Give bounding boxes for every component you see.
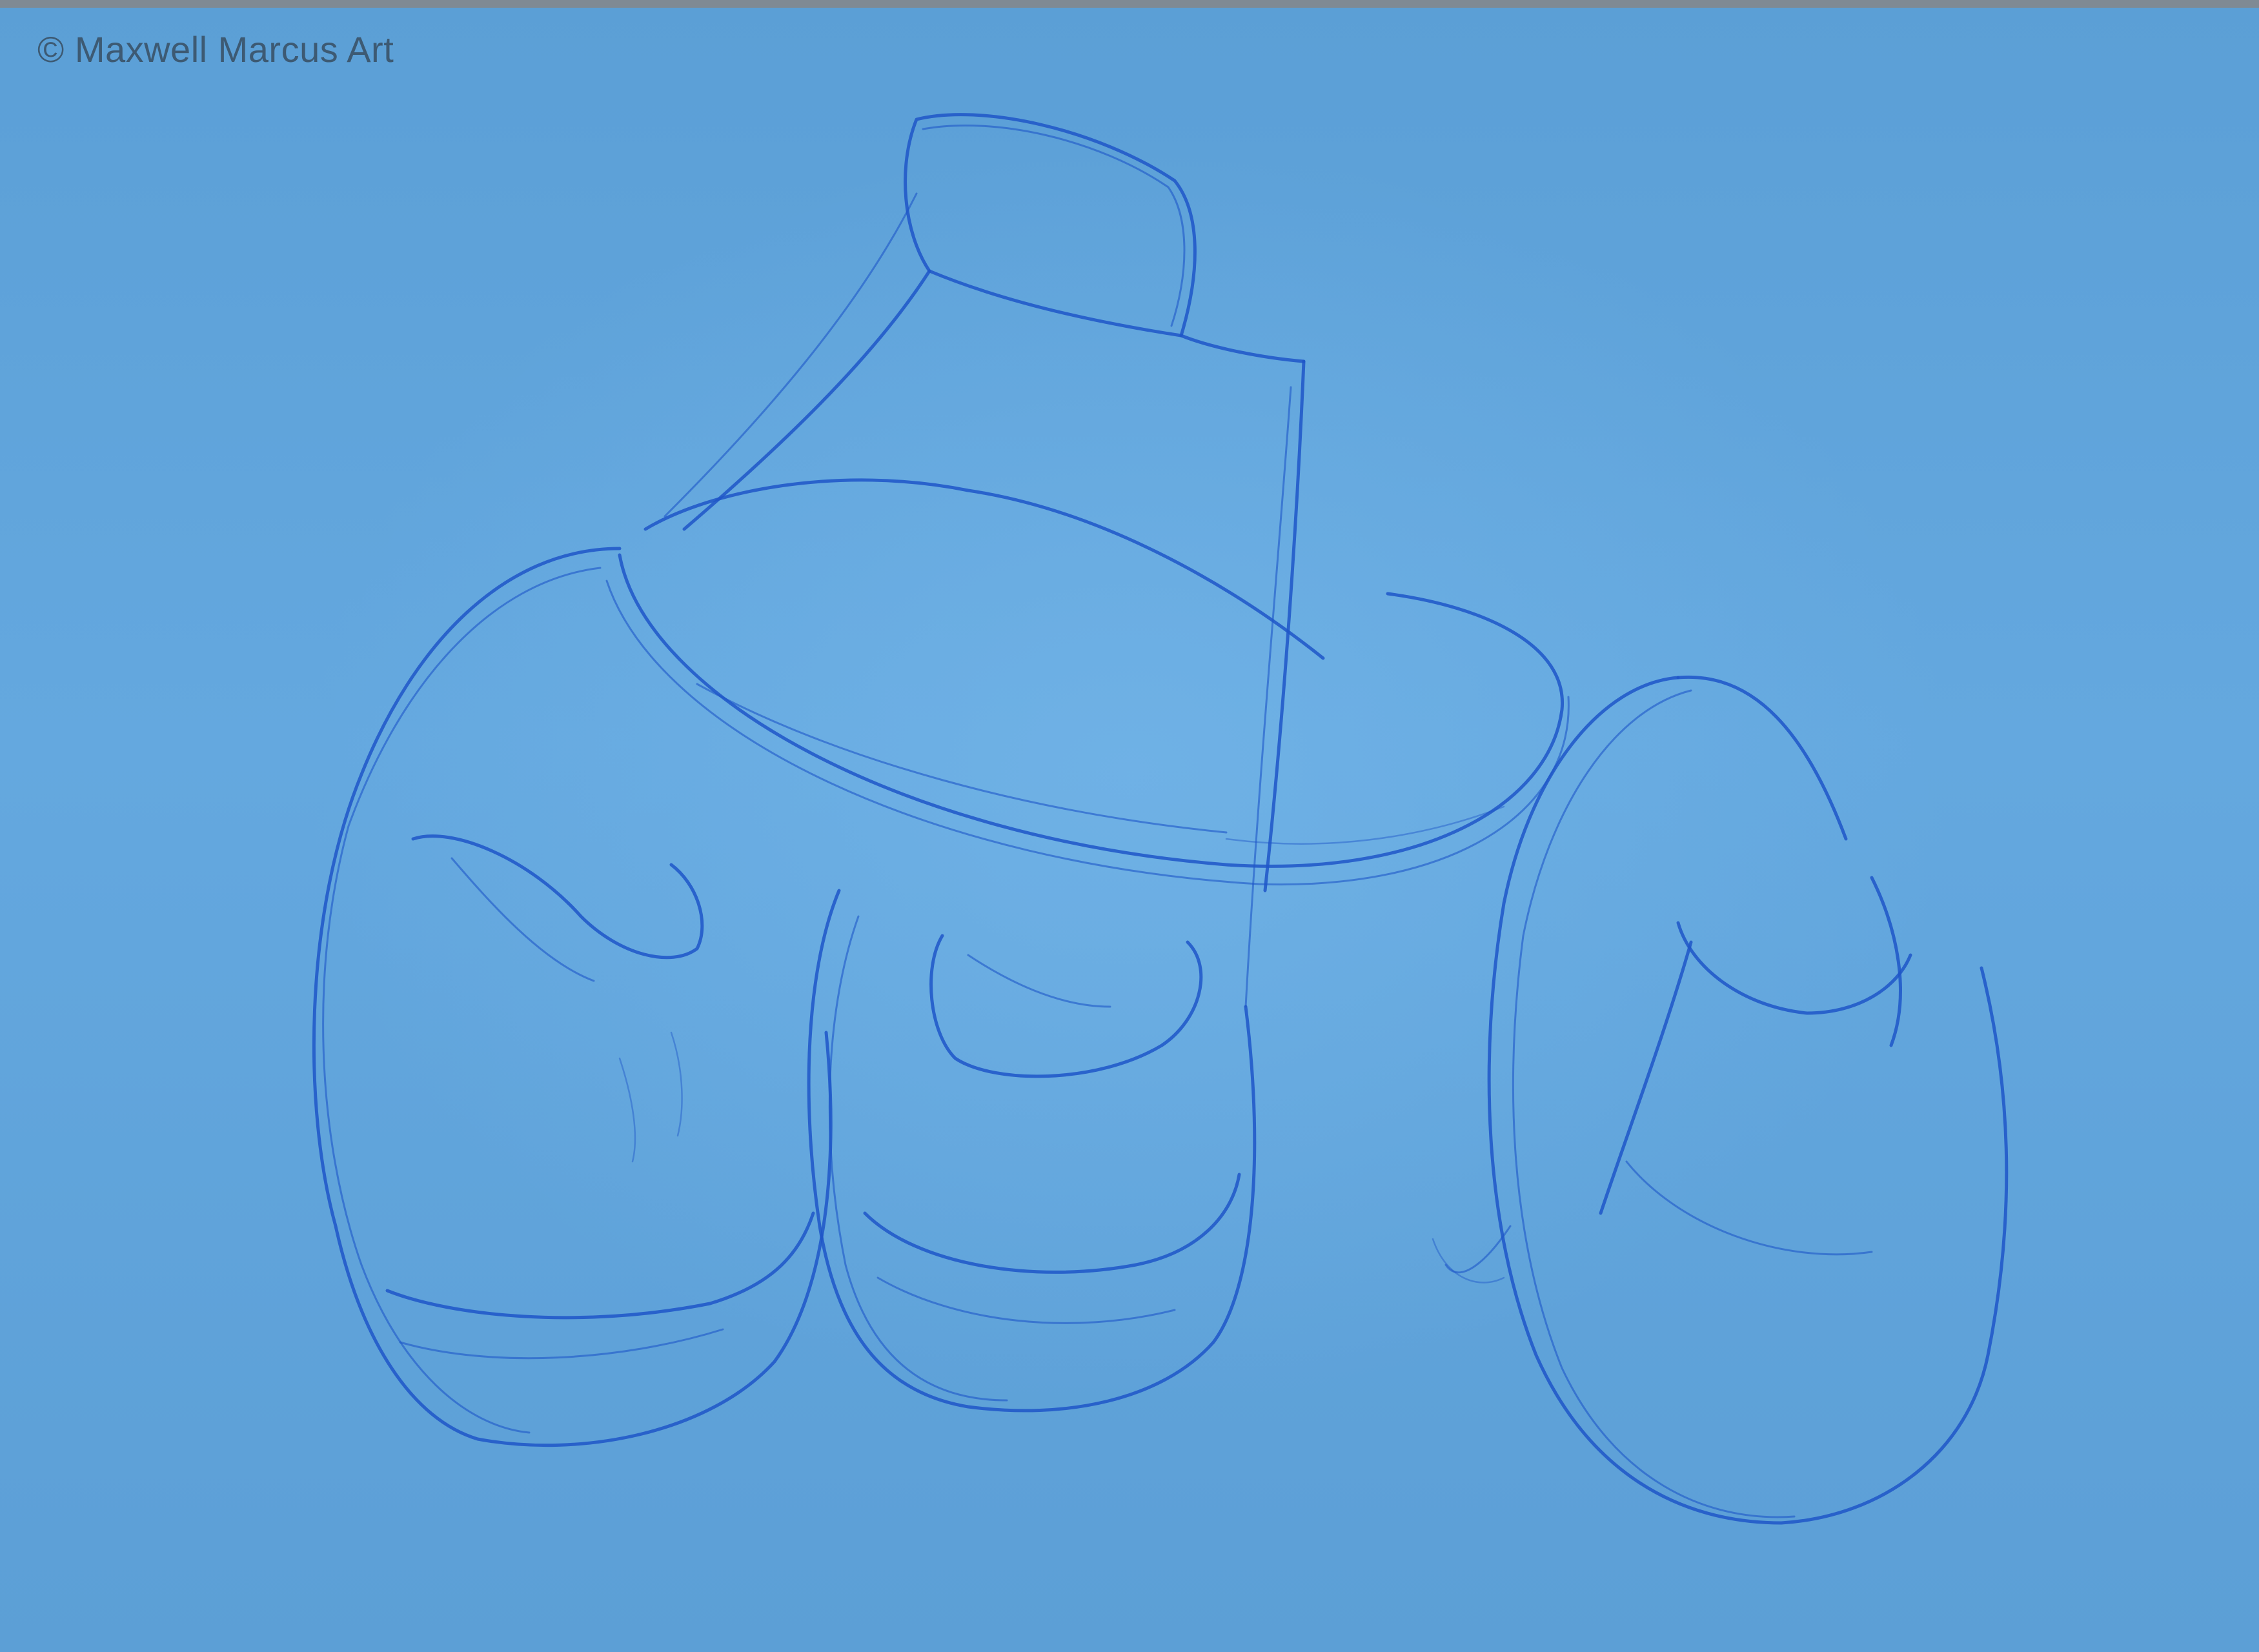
left-pot	[312, 547, 833, 1447]
lamp-shade	[605, 113, 1570, 1008]
right-pot	[1432, 675, 2009, 1525]
middle-pot	[807, 889, 1257, 1413]
sketch-photo: © Maxwell Marcus Art	[0, 0, 2259, 1652]
pen-sketch	[312, 113, 2009, 1525]
